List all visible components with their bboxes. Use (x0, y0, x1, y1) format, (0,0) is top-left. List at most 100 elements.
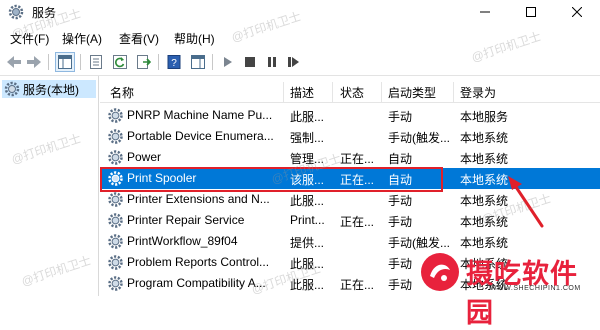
service-logon-cell: 本地系统 (460, 194, 509, 208)
service-name-cell: Portable Device Enumera... (127, 129, 274, 143)
help-button[interactable]: ? (164, 52, 184, 72)
menu-action[interactable]: 操作(A) (60, 29, 104, 48)
service-gear-icon (108, 234, 123, 249)
menu-view[interactable]: 查看(V) (117, 29, 161, 48)
service-row[interactable]: Portable Device Enumera... 强制... 手动(触发... 本… (100, 126, 600, 147)
pause-service-button[interactable] (262, 52, 282, 72)
service-logon-cell: 本地系统 (460, 236, 509, 250)
service-status-cell: 正在... (340, 215, 375, 229)
properties-icon (90, 55, 102, 69)
service-row[interactable]: PrintWorkflow_89f04 提供... 手动(触发... 本地系统 (100, 231, 600, 252)
column-header-startup-type[interactable]: 启动类型 (388, 84, 436, 101)
service-gear-icon (108, 108, 123, 123)
service-name-cell: PNRP Machine Name Pu... (127, 108, 273, 122)
action-pane-icon (191, 55, 205, 69)
service-desc-cell: Print... (290, 213, 325, 227)
refresh-button[interactable] (110, 52, 130, 72)
service-gear-icon (108, 150, 123, 165)
services-gear-icon (4, 81, 20, 97)
service-gear-icon (108, 192, 123, 207)
service-desc-cell: 该服... (290, 173, 325, 187)
service-desc-cell: 提供... (290, 236, 325, 250)
brand-logo-icon (421, 253, 459, 291)
export-list-button[interactable] (134, 52, 154, 72)
stop-icon (245, 57, 255, 67)
service-row[interactable]: Print Spooler 该服... 正在... 自动 本地系统 (100, 168, 600, 189)
service-logon-cell: 本地服务 (460, 110, 509, 124)
service-row[interactable]: Printer Extensions and N... 此服... 手动 本地系统 (100, 189, 600, 210)
service-startup-cell: 自动 (388, 152, 413, 166)
restart-icon (288, 57, 299, 67)
service-name-cell: PrintWorkflow_89f04 (127, 234, 238, 248)
service-startup-cell: 手动 (388, 194, 413, 208)
service-desc-cell: 此服... (290, 257, 325, 271)
service-row[interactable]: Printer Repair Service Print... 正在... 手动 本地系… (100, 210, 600, 231)
minimize-icon (480, 11, 490, 13)
service-name-cell: Printer Repair Service (127, 213, 245, 227)
service-gear-icon (108, 276, 123, 291)
export-icon (137, 55, 151, 69)
menu-help[interactable]: 帮助(H) (172, 29, 217, 48)
service-startup-cell: 自动 (388, 173, 413, 187)
help-book-icon: ? (167, 55, 181, 69)
service-desc-cell: 管理... (290, 152, 325, 166)
service-startup-cell: 手动 (388, 215, 413, 229)
maximize-button[interactable] (508, 0, 554, 24)
service-name-cell: Power (127, 150, 162, 164)
services-gear-icon (8, 4, 24, 20)
column-header-log-on-as[interactable]: 登录为 (460, 84, 496, 101)
start-service-button[interactable] (218, 52, 238, 72)
properties-button[interactable] (86, 52, 106, 72)
service-row[interactable]: Power 管理... 正在... 自动 本地系统 (100, 147, 600, 168)
service-name-cell: Problem Reports Control... (127, 255, 270, 269)
brand-url: WWW.SHECHIPIN1.COM (490, 285, 581, 292)
column-header-name[interactable]: 名称 (110, 84, 134, 101)
menu-bar: 文件(F) 操作(A) 查看(V) 帮助(H) (0, 26, 600, 48)
refresh-icon (113, 55, 127, 69)
service-gear-icon (108, 255, 123, 270)
close-icon (572, 7, 582, 17)
close-button[interactable] (554, 0, 600, 24)
service-name-cell: Printer Extensions and N... (127, 192, 270, 206)
service-logon-cell: 本地系统 (460, 173, 509, 187)
service-gear-icon (108, 171, 123, 186)
svg-text:?: ? (171, 58, 177, 69)
service-logon-cell: 本地系统 (460, 131, 509, 145)
forward-button[interactable] (24, 52, 44, 72)
menu-file[interactable]: 文件(F) (8, 29, 51, 48)
title-bar: 服务 (0, 0, 600, 24)
maximize-icon (526, 7, 536, 17)
stop-service-button[interactable] (240, 52, 260, 72)
tree-item-label: 服务(本地) (23, 82, 79, 97)
service-startup-cell: 手动 (388, 110, 413, 124)
tree-item-services-local[interactable]: 服务(本地) (2, 80, 96, 98)
service-desc-cell: 此服... (290, 110, 325, 124)
service-logon-cell: 本地系统 (460, 215, 509, 229)
restart-service-button[interactable] (284, 52, 304, 72)
toolbar: ? (0, 49, 600, 76)
minimize-button[interactable] (462, 0, 508, 24)
show-console-tree-button[interactable] (55, 52, 75, 72)
service-status-cell: 正在... (340, 173, 375, 187)
column-header-description[interactable]: 描述 (290, 84, 314, 101)
service-name-cell: Program Compatibility A... (127, 276, 266, 290)
service-gear-icon (108, 129, 123, 144)
service-desc-cell: 此服... (290, 194, 325, 208)
service-status-cell: 正在... (340, 278, 375, 292)
service-startup-cell: 手动(触发... (388, 236, 450, 250)
service-logon-cell: 本地系统 (460, 152, 509, 166)
back-button[interactable] (4, 52, 24, 72)
show-action-pane-button[interactable] (188, 52, 208, 72)
forward-arrow-icon (27, 56, 41, 68)
window-title: 服务 (32, 6, 57, 20)
play-icon (224, 57, 232, 67)
list-header: 名称 描述 状态 启动类型 登录为 (100, 82, 600, 103)
service-desc-cell: 此服... (290, 278, 325, 292)
back-arrow-icon (7, 56, 21, 68)
service-status-cell: 正在... (340, 152, 375, 166)
service-desc-cell: 强制... (290, 131, 325, 145)
console-tree-icon (58, 55, 72, 69)
service-name-cell: Print Spooler (127, 171, 197, 185)
column-header-status[interactable]: 状态 (340, 84, 364, 101)
service-row[interactable]: PNRP Machine Name Pu... 此服... 手动 本地服务 (100, 105, 600, 126)
